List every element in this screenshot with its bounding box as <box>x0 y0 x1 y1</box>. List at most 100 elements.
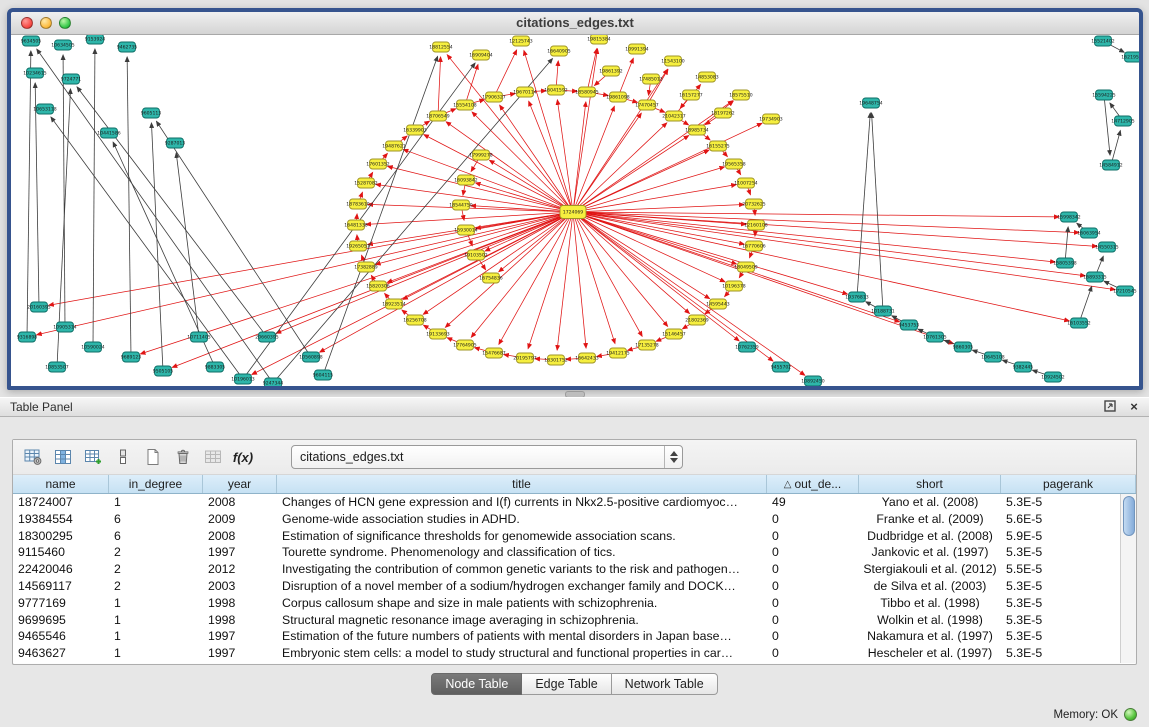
graph-node[interactable]: 16339903 <box>403 125 426 135</box>
graph-node[interactable]: 15998342 <box>1057 212 1080 222</box>
graph-node[interactable]: 20660395 <box>255 332 278 342</box>
graph-node[interactable]: 10590024 <box>81 342 104 352</box>
column-header[interactable]: title <box>277 475 767 493</box>
column-header[interactable]: in_degree <box>109 475 203 493</box>
graph-node[interactable]: 10196378 <box>722 281 745 291</box>
graph-node[interactable]: 17210545 <box>1113 286 1136 296</box>
graph-node[interactable]: 17485013 <box>639 74 662 84</box>
table-row[interactable]: 2242004622012Investigating the contribut… <box>13 561 1121 578</box>
column-header[interactable]: pagerank <box>1001 475 1136 493</box>
graph-node[interactable]: 20160395 <box>27 302 50 312</box>
table-row[interactable]: 911546021997Tourette syndrome. Phenomeno… <box>13 544 1121 561</box>
delete-table-icon[interactable] <box>171 445 195 469</box>
graph-node[interactable]: 15820306 <box>366 281 389 291</box>
tab-node-table[interactable]: Node Table <box>431 673 522 695</box>
table-row[interactable]: 1830029562008Estimation of significance … <box>13 528 1121 545</box>
graph-node[interactable]: 16157277 <box>679 90 702 100</box>
graph-node[interactable]: 19133693 <box>426 329 449 339</box>
graph-node[interactable]: 18783610 <box>346 199 369 209</box>
graph-node[interactable]: 16219504 <box>1121 52 1139 62</box>
graph-node[interactable]: 21802369 <box>685 315 708 325</box>
graph-node[interactable]: 9462735 <box>117 42 138 52</box>
column-header[interactable]: short <box>859 475 1001 493</box>
graph-node[interactable]: 10853507 <box>45 362 68 372</box>
graph-node[interactable]: 10634505 <box>51 40 74 50</box>
graph-node[interactable]: 19670114 <box>513 87 536 97</box>
graph-node[interactable]: 19103502 <box>464 250 487 260</box>
graph-node[interactable]: 9455702 <box>771 362 792 372</box>
graph-node[interactable]: 16481338 <box>344 220 367 230</box>
graph-node[interactable]: 18544750 <box>449 200 472 210</box>
graph-node[interactable]: 9689123 <box>121 352 142 362</box>
graph-node[interactable]: 16642433 <box>575 353 598 363</box>
graph-node[interactable]: 14712905 <box>1111 116 1134 126</box>
graph-node[interactable]: 15554108 <box>453 100 476 110</box>
edit-columns-icon[interactable] <box>81 445 105 469</box>
graph-node[interactable]: 16103552 <box>1067 318 1090 328</box>
graph-node[interactable]: 18706549 <box>426 111 449 121</box>
graph-node[interactable]: 16256708 <box>403 315 426 325</box>
table-row[interactable]: 969969511998Structural magnetic resonanc… <box>13 612 1121 629</box>
column-header[interactable]: year <box>203 475 277 493</box>
graph-node[interactable]: 19376813 <box>845 292 868 302</box>
graph-node[interactable]: 15146457 <box>662 329 685 339</box>
tab-edge-table[interactable]: Edge Table <box>522 673 611 695</box>
function-builder-icon[interactable]: f(x) <box>231 445 255 469</box>
graph-node[interactable]: 11543100 <box>661 56 684 66</box>
show-columns-icon[interactable] <box>51 445 75 469</box>
graph-node[interactable]: 18049509 <box>734 262 757 272</box>
graph-node[interactable]: 19412175 <box>606 348 629 358</box>
graph-node[interactable]: 17470457 <box>635 100 658 110</box>
scrollbar-thumb[interactable] <box>1123 496 1135 536</box>
graph-node[interactable]: 17135278 <box>635 340 658 350</box>
new-table-icon[interactable] <box>141 445 165 469</box>
graph-node[interactable]: 18812554 <box>429 42 452 52</box>
graph-node[interactable]: 16754836 <box>479 273 502 283</box>
table-row[interactable]: 1872400712008Changes of HCN gene express… <box>13 494 1121 511</box>
graph-node[interactable]: 15287082 <box>354 178 377 188</box>
graph-node[interactable]: 19265057 <box>346 241 369 251</box>
tab-network-table[interactable]: Network Table <box>612 673 718 695</box>
graph-node[interactable]: 10645108 <box>981 352 1004 362</box>
graph-node[interactable]: 10892450 <box>801 376 824 386</box>
graph-node[interactable]: 15594225 <box>1092 90 1115 100</box>
column-header[interactable]: △out_de... <box>767 475 859 493</box>
graph-node[interactable]: 10441586 <box>97 128 120 138</box>
graph-node[interactable]: 18985734 <box>685 125 708 135</box>
graph-node[interactable]: 9153924 <box>85 35 106 44</box>
graph-node[interactable]: 9860305 <box>953 342 974 352</box>
graph-node[interactable]: 17999278 <box>469 150 492 160</box>
graph-node[interactable]: 19734903 <box>759 114 782 124</box>
graph-node[interactable]: 15476687 <box>482 348 505 358</box>
graph-node[interactable]: 14853083 <box>695 72 718 82</box>
graph-node[interactable]: 10924502 <box>1041 372 1064 382</box>
graph-node[interactable]: 10196013 <box>231 374 254 384</box>
graph-node[interactable]: 9453753 <box>899 320 920 330</box>
graph-node[interactable]: 16063954 <box>1077 228 1100 238</box>
graph-node[interactable]: 17906327 <box>482 92 505 102</box>
graph-node[interactable]: 9287013 <box>165 138 186 148</box>
graph-node[interactable]: 9382445 <box>1013 362 1034 372</box>
graph-node[interactable]: 10905314 <box>53 322 76 332</box>
graph-node[interactable]: 18301752 <box>544 355 567 365</box>
graph-node[interactable]: 11007254 <box>734 178 757 188</box>
graph-node[interactable]: 9505105 <box>153 366 174 376</box>
graph-node[interactable]: 9634505 <box>21 36 42 46</box>
graph-node[interactable]: 18575510 <box>729 90 752 100</box>
table-row[interactable]: 946362711997Embryonic stem cells: a mode… <box>13 645 1121 662</box>
graph-node[interactable]: 15930014 <box>454 225 477 235</box>
graph-node[interactable]: 16093842 <box>454 175 477 185</box>
graph-node[interactable]: 14595443 <box>706 299 729 309</box>
graph-node[interactable]: 19815384 <box>587 35 610 44</box>
graph-node[interactable]: 10991394 <box>625 44 648 54</box>
graph-node[interactable]: 18580945 <box>575 87 598 97</box>
graph-node[interactable]: 9316898 <box>17 332 38 342</box>
float-panel-icon[interactable] <box>1103 399 1117 413</box>
graph-node[interactable]: 19861098 <box>606 92 629 102</box>
graph-node[interactable]: 16640905 <box>547 46 570 56</box>
graph-node[interactable]: 10188731 <box>871 306 894 316</box>
graph-node[interactable]: 10761305 <box>923 332 946 342</box>
graph-node[interactable]: 16770606 <box>742 241 765 251</box>
graph-node[interactable]: 17382889 <box>354 262 377 272</box>
table-row[interactable]: 946554611997Estimation of the future num… <box>13 628 1121 645</box>
